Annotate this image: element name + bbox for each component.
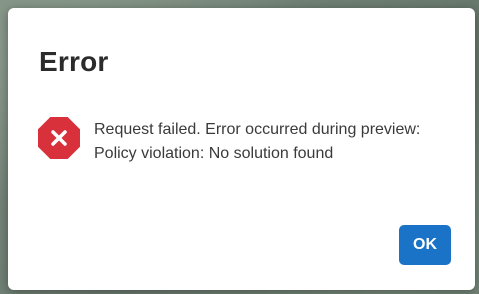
error-message: Request failed. Error occurred during pr…: [94, 121, 421, 162]
ok-button[interactable]: OK: [399, 225, 451, 265]
error-dialog: Error Request failed. Error occurred dur…: [8, 8, 475, 290]
dialog-title: Error: [39, 46, 109, 77]
error-octagon-icon: [38, 117, 80, 159]
